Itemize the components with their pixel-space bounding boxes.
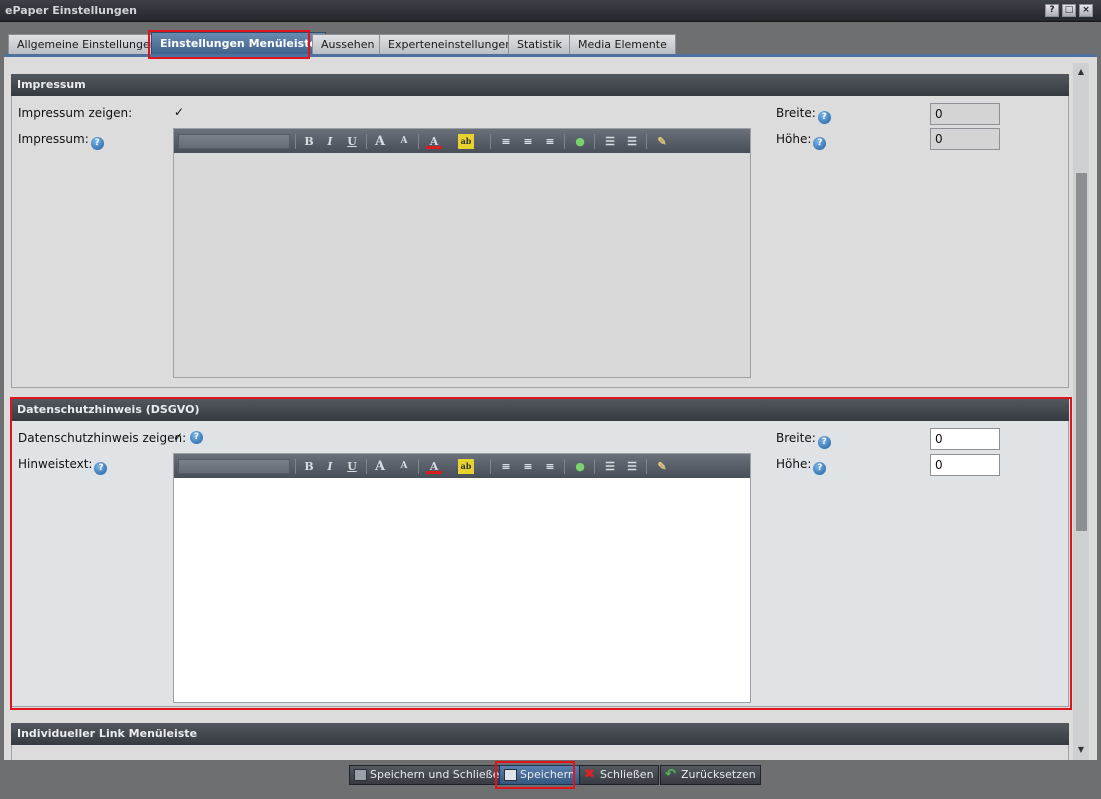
active-tab-highlight xyxy=(148,30,310,59)
toolbar-separator xyxy=(594,134,595,149)
close-button[interactable]: ✖ Schließen xyxy=(579,765,659,785)
toolbar-separator xyxy=(418,134,419,149)
tab-allgemeine-einstellungen[interactable]: Allgemeine Einstellungen xyxy=(8,34,166,56)
numbered-list-icon[interactable]: ☰ xyxy=(624,134,640,149)
align-right-icon[interactable]: ≡ xyxy=(542,134,558,149)
toolbar-separator xyxy=(564,134,565,149)
help-window-icon[interactable]: ? xyxy=(1045,4,1059,17)
link-icon[interactable]: ● xyxy=(572,134,588,149)
reset-label: Zurücksetzen xyxy=(681,768,756,781)
font-color-icon[interactable]: A xyxy=(426,134,442,149)
tab-experteneinstellungen[interactable]: Experteneinstellungen xyxy=(379,34,522,56)
save-and-close-label: Speichern und Schließen xyxy=(370,768,507,781)
toolbar-separator xyxy=(366,134,367,149)
tab-aussehen[interactable]: Aussehen xyxy=(312,34,384,56)
bold-icon[interactable]: B xyxy=(301,134,317,149)
impressum-editor[interactable]: B I U A A A ab ≡ ≡ ≡ ● ☰ ☰ ✎ xyxy=(173,128,751,378)
impressum-height-field[interactable]: 0 xyxy=(930,128,1000,150)
bullet-list-icon[interactable]: ☰ xyxy=(602,134,618,149)
save-button-highlight xyxy=(495,761,575,789)
impressum-text-label: Impressum:? xyxy=(18,132,104,150)
tab-statistik[interactable]: Statistik xyxy=(508,34,571,56)
italic-icon[interactable]: I xyxy=(322,134,338,149)
impressum-body: Impressum zeigen: ✓ Impressum:? B I U A … xyxy=(11,96,1069,388)
impressum-header: Impressum xyxy=(11,74,1069,96)
impressum-width-field[interactable]: 0 xyxy=(930,103,1000,125)
font-select[interactable] xyxy=(178,134,290,149)
toolbar-separator xyxy=(295,134,296,149)
impressum-edit-area[interactable] xyxy=(174,153,750,377)
impressum-editor-toolbar: B I U A A A ab ≡ ≡ ≡ ● ☰ ☰ ✎ xyxy=(174,129,750,153)
font-grow-icon[interactable]: A xyxy=(372,134,388,149)
undo-icon: ↶ xyxy=(665,767,676,782)
highlight-icon[interactable]: ab xyxy=(458,134,474,149)
link-panel: Individueller Link Menüleiste xyxy=(11,723,1069,760)
floppy-icon xyxy=(354,769,367,781)
maximize-window-icon[interactable]: □ xyxy=(1062,4,1076,17)
save-and-close-button[interactable]: Speichern und Schließen xyxy=(349,765,512,785)
align-center-icon[interactable]: ≡ xyxy=(520,134,536,149)
impressum-width-label: Breite:? xyxy=(776,106,831,124)
impressum-show-checkbox[interactable]: ✓ xyxy=(174,106,186,118)
datenschutz-highlight xyxy=(10,397,1072,710)
help-icon[interactable]: ? xyxy=(817,111,831,124)
help-icon[interactable]: ? xyxy=(90,137,104,150)
toolbar-separator xyxy=(490,134,491,149)
impressum-width-label-text: Breite: xyxy=(776,106,816,120)
font-shrink-icon[interactable]: A xyxy=(396,134,412,149)
align-left-icon[interactable]: ≡ xyxy=(498,134,514,149)
impressum-height-label-text: Höhe: xyxy=(776,132,812,146)
impressum-panel: Impressum Impressum zeigen: ✓ Impressum:… xyxy=(11,74,1069,388)
close-label: Schließen xyxy=(600,768,654,781)
toolbar-separator xyxy=(646,134,647,149)
source-edit-icon[interactable]: ✎ xyxy=(654,134,670,149)
window-title: ePaper Einstellungen xyxy=(5,4,137,17)
impressum-text-label-text: Impressum: xyxy=(18,132,89,146)
impressum-show-label: Impressum zeigen: xyxy=(18,106,133,120)
close-x-icon: ✖ xyxy=(584,767,595,782)
window-titlebar: ePaper Einstellungen ? □ × xyxy=(0,0,1101,22)
scroll-down-icon[interactable]: ▼ xyxy=(1076,745,1086,755)
scroll-up-icon[interactable]: ▲ xyxy=(1076,67,1086,77)
link-body xyxy=(11,745,1069,760)
settings-content: Impressum Impressum zeigen: ✓ Impressum:… xyxy=(4,57,1097,760)
content-scrollbar[interactable]: ▲ ▼ xyxy=(1073,63,1089,760)
tab-media-elemente[interactable]: Media Elemente xyxy=(569,34,676,56)
scroll-thumb[interactable] xyxy=(1076,173,1087,531)
help-icon[interactable]: ? xyxy=(813,137,827,150)
impressum-height-label: Höhe:? xyxy=(776,132,827,150)
underline-icon[interactable]: U xyxy=(344,134,360,149)
close-window-icon[interactable]: × xyxy=(1079,4,1093,17)
reset-button[interactable]: ↶ Zurücksetzen xyxy=(660,765,761,785)
link-header: Individueller Link Menüleiste xyxy=(11,723,1069,745)
